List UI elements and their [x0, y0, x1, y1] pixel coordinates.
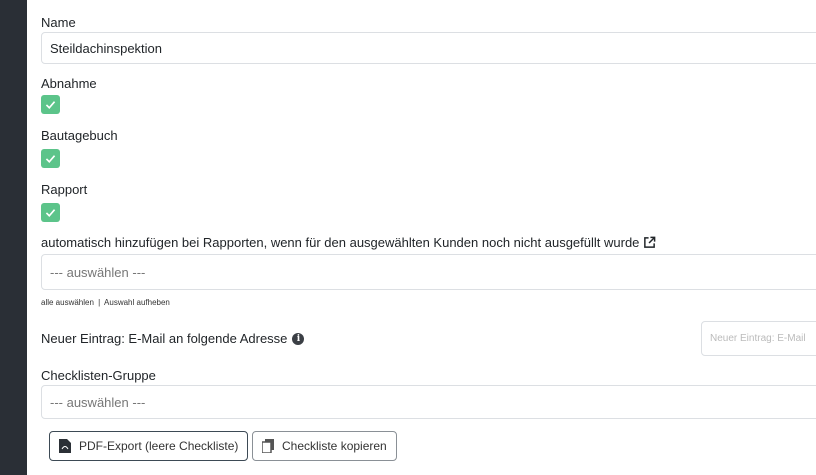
group-label: Checklisten-Gruppe: [41, 368, 156, 383]
abnahme-checkbox[interactable]: [41, 95, 60, 114]
check-icon: [45, 209, 56, 217]
email-label-row: Neuer Eintrag: E-Mail an folgende Adress…: [41, 331, 305, 346]
check-icon: [45, 155, 56, 163]
external-link-icon[interactable]: [643, 236, 656, 249]
bautagebuch-checkbox[interactable]: [41, 149, 60, 168]
form-panel: Name Steildachinspektion Abnahme Bautage…: [27, 0, 816, 475]
rapport-label: Rapport: [41, 182, 88, 197]
abnahme-label: Abnahme: [41, 76, 97, 91]
group-placeholder: --- auswählen ---: [50, 394, 146, 410]
pdf-file-icon: [59, 439, 71, 453]
pdf-export-button[interactable]: PDF-Export (leere Checkliste): [49, 431, 249, 461]
name-input[interactable]: Steildachinspektion: [41, 32, 816, 64]
auto-add-label: automatisch hinzufügen bei Rapporten, we…: [41, 235, 640, 250]
selection-links: alle auswählen | Auswahl aufheben: [41, 298, 170, 307]
email-input[interactable]: Neuer Eintrag: E-Mail: [701, 321, 816, 356]
check-icon: [45, 101, 56, 109]
bautagebuch-label: Bautagebuch: [41, 128, 118, 143]
auto-add-placeholder: --- auswählen ---: [50, 264, 146, 280]
email-placeholder: Neuer Eintrag: E-Mail: [710, 333, 806, 344]
pdf-export-label: PDF-Export (leere Checkliste): [79, 439, 239, 453]
select-all-link[interactable]: alle auswählen: [41, 298, 94, 307]
name-label: Name: [41, 15, 76, 30]
deselect-link[interactable]: Auswahl aufheben: [104, 298, 170, 307]
copy-checklist-button[interactable]: Checkliste kopieren: [252, 431, 397, 461]
auto-add-label-row: automatisch hinzufügen bei Rapporten, we…: [41, 235, 656, 250]
info-icon[interactable]: i: [292, 332, 305, 345]
group-select[interactable]: --- auswählen ---: [41, 385, 816, 419]
auto-add-select[interactable]: --- auswählen ---: [41, 254, 816, 290]
copy-checklist-label: Checkliste kopieren: [282, 439, 387, 453]
link-separator: |: [98, 298, 101, 307]
rapport-checkbox[interactable]: [41, 203, 60, 222]
name-input-value: Steildachinspektion: [50, 40, 163, 56]
email-label: Neuer Eintrag: E-Mail an folgende Adress…: [41, 331, 288, 346]
copy-icon: [262, 439, 274, 453]
